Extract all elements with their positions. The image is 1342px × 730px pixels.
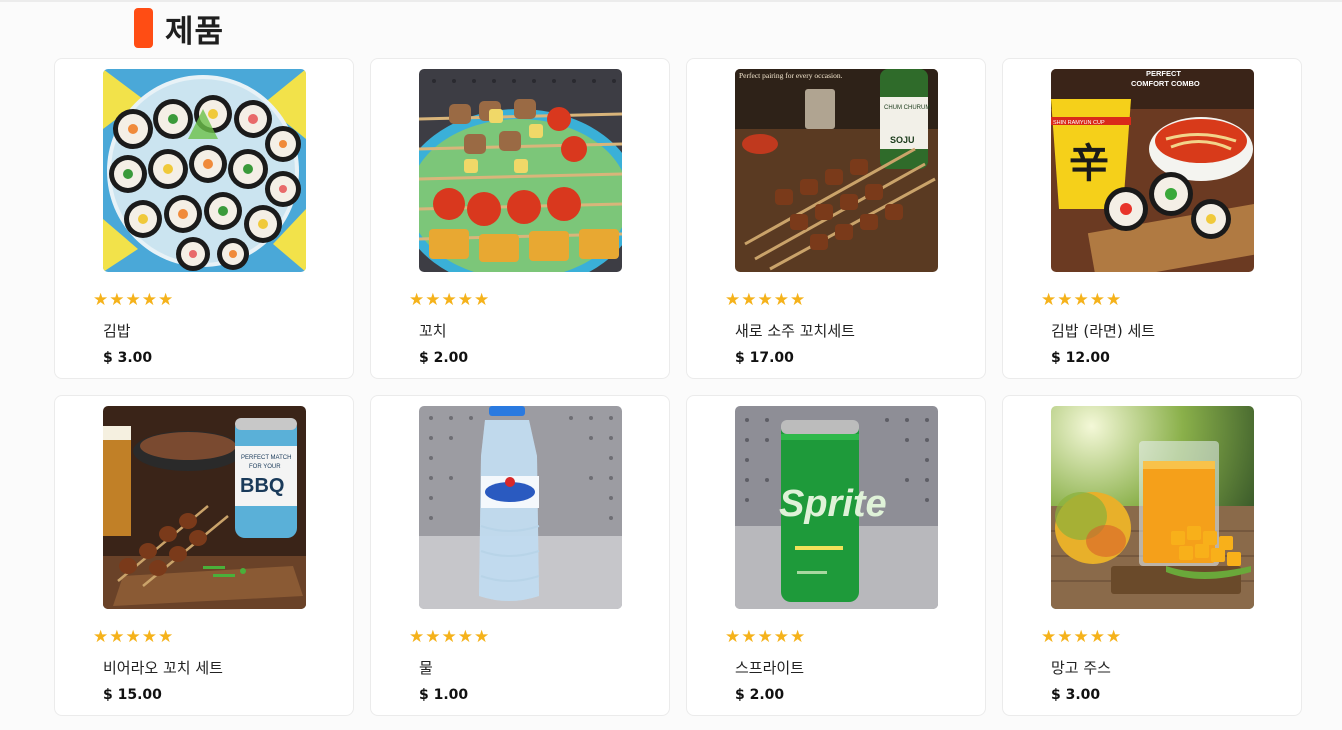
rating-stars: ★ ★ ★ ★ ★ [725,291,805,309]
star-icon: ★ [1041,290,1057,310]
product-price: $ 3.00 [1051,687,1101,703]
kimbap-ramyun-photo-icon: PERFECT COMFORT COMBO SHIN RAMYUN CUP 辛 [1051,69,1254,272]
star-icon: ★ [741,290,757,310]
star-icon: ★ [457,290,473,310]
product-card[interactable]: ★ ★ ★ ★ ★ 물 $ 1.00 [370,395,670,716]
section-title: 제품 [165,13,225,50]
product-name: 김밥 [103,322,131,340]
rating-stars: ★ ★ ★ ★ ★ [1041,628,1121,646]
star-icon: ★ [773,627,789,647]
product-card[interactable]: ★ ★ ★ ★ ★ 김밥 $ 3.00 [54,58,354,379]
star-icon: ★ [725,290,741,310]
product-card[interactable]: ★ ★ ★ ★ ★ 망고 주스 $ 3.00 [1002,395,1302,716]
section-accent-bar [134,8,153,48]
product-card[interactable]: Sprite ★ ★ ★ ★ ★ 스프라이트 $ 2.00 [686,395,986,716]
star-icon: ★ [93,627,109,647]
product-price: $ 2.00 [735,687,785,703]
sprite-can-photo-icon: Sprite [735,406,938,609]
rating-stars: ★ ★ ★ ★ ★ [93,291,173,309]
image-caption: PERFECT [1146,69,1181,78]
star-icon: ★ [1089,627,1105,647]
product-name: 물 [419,659,433,677]
product-name: 김밥 (라면) 세트 [1051,322,1156,340]
product-grid: ★ ★ ★ ★ ★ 김밥 $ 3.00 ★ ★ ★ ★ ★ 꼬치 $ 2.00 … [54,58,1302,716]
star-icon: ★ [1106,627,1122,647]
star-icon: ★ [425,627,441,647]
image-caption: COMFORT COMBO [1131,79,1200,88]
rating-stars: ★ ★ ★ ★ ★ [725,628,805,646]
product-price: $ 12.00 [1051,350,1110,366]
star-icon: ★ [441,627,457,647]
star-icon: ★ [790,290,806,310]
product-price: $ 1.00 [419,687,469,703]
beerlao-skewer-photo-icon: PERFECT MATCH FOR YOUR BBQ [103,406,306,609]
star-icon: ★ [773,290,789,310]
image-label: SOJU [890,135,915,145]
image-label: Sprite [779,483,887,525]
kimbap-photo-icon [103,69,306,272]
star-icon: ★ [1073,290,1089,310]
section-header: 제품 [134,8,225,50]
star-icon: ★ [474,290,490,310]
star-icon: ★ [109,290,125,310]
star-icon: ★ [1057,627,1073,647]
star-icon: ★ [425,290,441,310]
star-icon: ★ [741,627,757,647]
star-icon: ★ [125,290,141,310]
soju-skewer-photo-icon: Perfect pairing for every occasion. CHUM… [735,69,938,272]
star-icon: ★ [1089,290,1105,310]
product-price: $ 2.00 [419,350,469,366]
product-card[interactable]: Perfect pairing for every occasion. CHUM… [686,58,986,379]
water-bottle-photo-icon [419,406,622,609]
star-icon: ★ [1106,290,1122,310]
product-card[interactable]: PERFECT MATCH FOR YOUR BBQ ★ ★ ★ ★ ★ 비어라… [54,395,354,716]
rating-stars: ★ ★ ★ ★ ★ [409,628,489,646]
rating-stars: ★ ★ ★ ★ ★ [93,628,173,646]
image-label: CHUM CHURUM [884,105,930,111]
star-icon: ★ [757,627,773,647]
product-name: 꼬치 [419,322,447,340]
image-label: SHIN RAMYUN CUP [1053,120,1105,126]
star-icon: ★ [109,627,125,647]
star-icon: ★ [1041,627,1057,647]
star-icon: ★ [474,627,490,647]
rating-stars: ★ ★ ★ ★ ★ [409,291,489,309]
product-card[interactable]: PERFECT COMFORT COMBO SHIN RAMYUN CUP 辛 [1002,58,1302,379]
star-icon: ★ [158,290,174,310]
product-price: $ 17.00 [735,350,794,366]
skewer-photo-icon [419,69,622,272]
product-price: $ 15.00 [103,687,162,703]
image-label: BBQ [240,475,284,497]
star-icon: ★ [409,290,425,310]
star-icon: ★ [141,627,157,647]
product-name: 망고 주스 [1051,659,1111,677]
top-divider [0,0,1342,2]
star-icon: ★ [93,290,109,310]
product-card[interactable]: ★ ★ ★ ★ ★ 꼬치 $ 2.00 [370,58,670,379]
image-caption: Perfect pairing for every occasion. [739,71,843,80]
product-name: 비어라오 꼬치 세트 [103,659,223,677]
star-icon: ★ [457,627,473,647]
mango-juice-photo-icon [1051,406,1254,609]
star-icon: ★ [141,290,157,310]
image-label: 辛 [1069,141,1109,187]
image-label: FOR YOUR [249,464,281,470]
product-name: 스프라이트 [735,659,805,677]
star-icon: ★ [409,627,425,647]
product-name: 새로 소주 꼬치세트 [735,322,855,340]
star-icon: ★ [158,627,174,647]
star-icon: ★ [125,627,141,647]
star-icon: ★ [441,290,457,310]
image-label: PERFECT MATCH [241,455,291,461]
star-icon: ★ [790,627,806,647]
star-icon: ★ [757,290,773,310]
rating-stars: ★ ★ ★ ★ ★ [1041,291,1121,309]
star-icon: ★ [1057,290,1073,310]
product-price: $ 3.00 [103,350,153,366]
star-icon: ★ [725,627,741,647]
star-icon: ★ [1073,627,1089,647]
